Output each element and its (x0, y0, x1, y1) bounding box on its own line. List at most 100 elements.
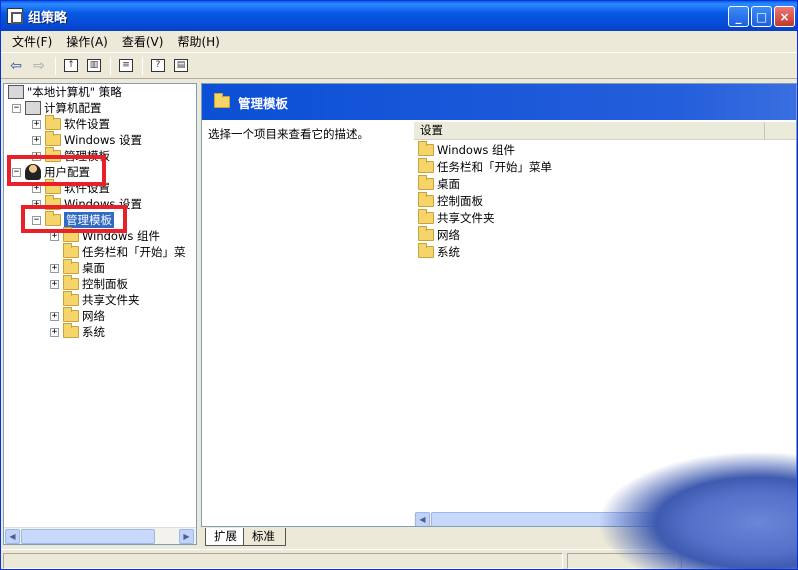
list-item[interactable]: Windows 组件 (418, 141, 515, 158)
tree-windows-settings-1[interactable]: + Windows 设置 (32, 131, 142, 148)
list-horizontal-scrollbar[interactable]: ◀ (414, 512, 796, 526)
folder-icon (63, 243, 79, 258)
menu-action[interactable]: 操作(A) (59, 32, 115, 52)
toolbar-separator (55, 56, 56, 75)
tree-child-label: 共享文件夹 (82, 293, 140, 307)
folder-icon (418, 141, 434, 156)
up-folder-icon[interactable]: ↑ (60, 55, 82, 77)
tree-child-item[interactable]: + 控制面板 (50, 275, 128, 292)
menu-file[interactable]: 文件(F) (5, 32, 59, 52)
status-segment (681, 553, 795, 569)
list-header: 设置 (414, 122, 796, 140)
expand-icon[interactable]: + (50, 279, 59, 289)
tree-computer-config-label: 计算机配置 (44, 101, 102, 115)
description-text: 选择一个项目来查看它的描述。 (208, 127, 369, 141)
toolbar-separator (142, 56, 143, 75)
list-item[interactable]: 共享文件夹 (418, 209, 495, 226)
folder-icon (45, 115, 61, 130)
folder-icon (63, 323, 79, 338)
list-item[interactable]: 任务栏和「开始」菜单 (418, 158, 552, 175)
red-highlight-box (21, 205, 127, 233)
list-item-label: 系统 (437, 245, 460, 259)
menu-help[interactable]: 帮助(H) (170, 32, 226, 52)
console-tree[interactable]: "本地计算机" 策略 − 计算机配置 + 软件设置 + Windows 设置 +… (3, 83, 197, 545)
toolbar-separator (110, 56, 111, 75)
red-highlight-box (7, 155, 106, 186)
folder-icon (63, 307, 79, 322)
expand-icon[interactable]: + (32, 119, 41, 129)
tree-child-label: 系统 (82, 325, 105, 339)
scroll-thumb[interactable] (21, 529, 155, 544)
tree-horizontal-scrollbar[interactable]: ◀ ▶ (4, 527, 196, 544)
tree-child-item[interactable]: 共享文件夹 (63, 291, 140, 308)
tab-standard[interactable]: 标准 (243, 528, 286, 546)
menu-bar: 文件(F) 操作(A) 查看(V) 帮助(H) (1, 31, 797, 53)
folder-icon (418, 192, 434, 207)
minimize-button[interactable]: _ (728, 6, 749, 27)
folder-icon (418, 158, 434, 173)
tree-child-item[interactable]: 任务栏和「开始」菜 (63, 243, 186, 260)
scroll-thumb[interactable] (431, 512, 731, 526)
folder-icon (45, 131, 61, 146)
computer-icon (25, 101, 41, 115)
tree-software-settings-1-label: 软件设置 (64, 117, 110, 131)
tree-root-label: "本地计算机" 策略 (27, 85, 122, 99)
tree-child-item[interactable]: + 网络 (50, 307, 105, 324)
tree-computer-config[interactable]: − 计算机配置 (12, 100, 102, 116)
folder-icon (63, 259, 79, 274)
folder-icon (418, 243, 434, 258)
scroll-right-icon[interactable]: ▶ (179, 529, 194, 544)
folder-icon (214, 93, 230, 108)
expand-icon[interactable]: + (32, 135, 41, 145)
expand-icon[interactable]: + (50, 327, 59, 337)
folder-icon (418, 209, 434, 224)
status-segment (3, 553, 563, 569)
list-item-label: 控制面板 (437, 194, 483, 208)
list-item[interactable]: 桌面 (418, 175, 460, 192)
tree-root[interactable]: "本地计算机" 策略 (8, 84, 122, 100)
list-item[interactable]: 系统 (418, 243, 460, 260)
folder-icon (418, 175, 434, 190)
policy-scroll-icon (8, 85, 24, 99)
list-item[interactable]: 控制面板 (418, 192, 483, 209)
column-header-setting[interactable]: 设置 (414, 122, 765, 139)
title-bar[interactable]: 组策略 _ □ × (1, 1, 797, 31)
list-item-label: 任务栏和「开始」菜单 (437, 160, 552, 174)
details-header: 管理模板 (202, 84, 796, 120)
list-item[interactable]: 网络 (418, 226, 460, 243)
settings-list[interactable]: 设置 Windows 组件 任务栏和「开始」菜单 桌面 控制面板 共享文件夹 网… (414, 122, 796, 526)
tree-child-label: 网络 (82, 309, 105, 323)
status-segment (567, 553, 677, 569)
scroll-left-icon[interactable]: ◀ (415, 512, 430, 526)
show-hide-tree-icon[interactable]: ▥ (83, 55, 105, 77)
view-tabs: 扩展 标准 (201, 527, 797, 547)
status-bar (1, 549, 797, 569)
forward-arrow-icon[interactable]: ⇨ (28, 55, 50, 77)
toolbar: ⇦ ⇨ ↑ ▥ ≡ ? ▤ (1, 53, 797, 79)
tree-windows-settings-1-label: Windows 设置 (64, 133, 142, 147)
back-arrow-icon[interactable]: ⇦ (5, 55, 27, 77)
group-policy-icon (7, 8, 23, 24)
list-item-label: 网络 (437, 228, 460, 242)
collapse-icon[interactable]: − (12, 103, 21, 113)
list-item-label: Windows 组件 (437, 143, 515, 157)
close-button[interactable]: × (774, 6, 795, 27)
expand-icon[interactable]: + (50, 311, 59, 321)
help-icon[interactable]: ? (147, 55, 169, 77)
folder-icon (63, 291, 79, 306)
tree-child-item[interactable]: + 系统 (50, 323, 105, 340)
tree-child-label: 任务栏和「开始」菜 (82, 245, 186, 259)
list-item-label: 共享文件夹 (437, 211, 495, 225)
export-list-icon[interactable]: ≡ (115, 55, 137, 77)
tree-child-item[interactable]: + 桌面 (50, 259, 105, 276)
list-item-label: 桌面 (437, 177, 460, 191)
maximize-button[interactable]: □ (751, 6, 772, 27)
expand-icon[interactable]: + (50, 263, 59, 273)
menu-view[interactable]: 查看(V) (115, 32, 171, 52)
tree-software-settings-1[interactable]: + 软件设置 (32, 115, 110, 132)
scroll-left-icon[interactable]: ◀ (5, 529, 20, 544)
tree-child-label: 控制面板 (82, 277, 128, 291)
tab-extended[interactable]: 扩展 (205, 528, 248, 546)
tree-child-label: 桌面 (82, 261, 105, 275)
properties-icon[interactable]: ▤ (170, 55, 192, 77)
